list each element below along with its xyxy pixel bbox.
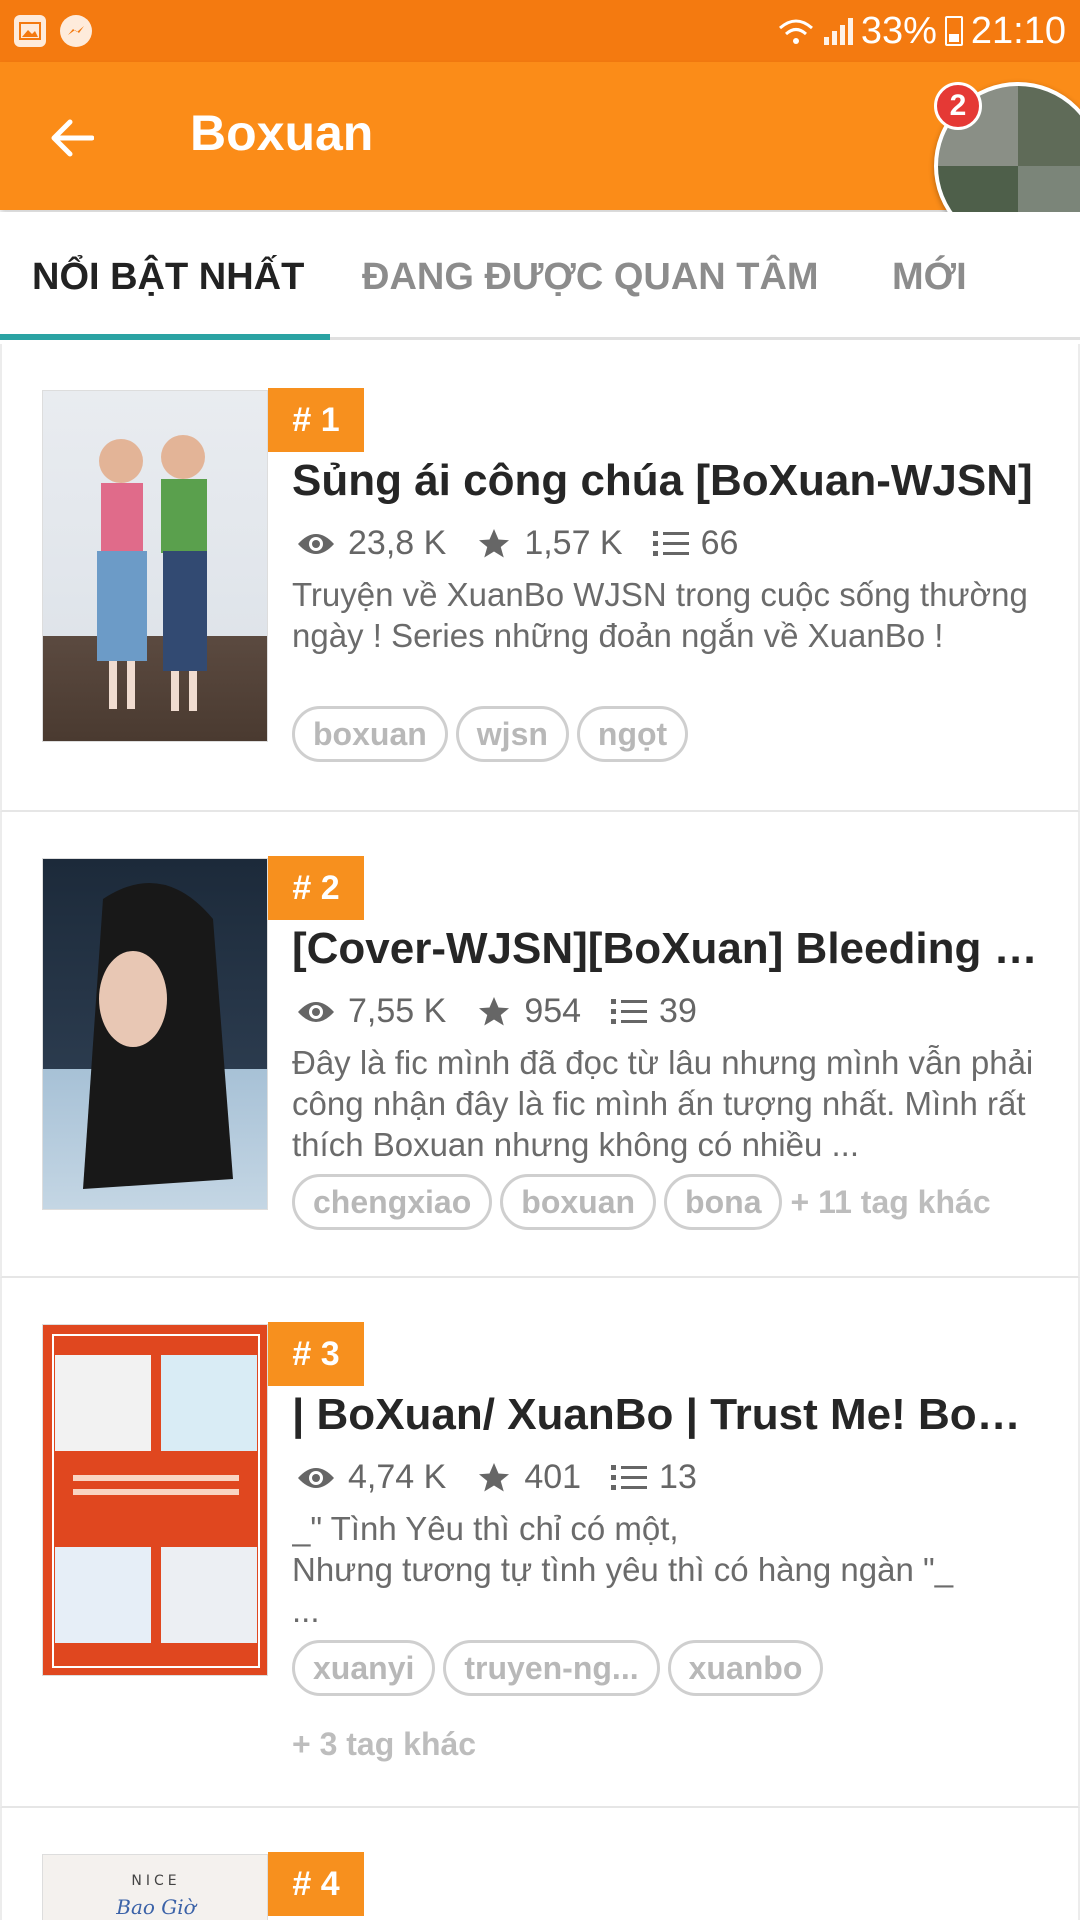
parts-stat: 39: [611, 992, 697, 1031]
votes-stat: 954: [476, 992, 581, 1031]
arrow-back-icon: [51, 119, 94, 157]
views-stat: 23,8 K: [296, 524, 446, 563]
messenger-icon: [60, 15, 92, 47]
views-stat: 4,74 K: [296, 1458, 446, 1497]
story-description: Truyện về XuanBo WJSN trong cuộc sống th…: [292, 576, 1028, 654]
story-item[interactable]: # 2 [Cover-WJSN][BoXuan] Bleeding L... 7…: [0, 812, 1080, 1278]
cover-text: Bao Giờ: [116, 1895, 196, 1919]
notification-badge: 2: [934, 82, 982, 130]
story-item[interactable]: # 3 | BoXuan/ XuanBo | Trust Me! BoX... …: [0, 1278, 1080, 1808]
list-icon: [611, 998, 648, 1024]
app-bar: Boxuan: [0, 62, 1080, 210]
story-cover[interactable]: [42, 1324, 268, 1676]
views-count: 7,55 K: [348, 992, 447, 1030]
tag-list: boxuan wjsn ngọt: [292, 706, 1052, 762]
rank-badge: # 2: [268, 856, 364, 920]
clock: 21:10: [970, 9, 1066, 52]
rank-badge: # 1: [268, 388, 364, 452]
signal-icon: [823, 17, 853, 45]
star-icon: [479, 996, 510, 1025]
list-icon: [652, 530, 689, 556]
tab-new[interactable]: MỚI: [892, 256, 967, 299]
story-cover[interactable]: [42, 390, 268, 742]
page-title: Boxuan: [190, 105, 374, 161]
story-cover[interactable]: NICE Bao Giờ: [42, 1854, 268, 1920]
eye-icon: [298, 1467, 334, 1488]
parts-stat: 66: [652, 524, 739, 563]
story-title[interactable]: Sủng ái công chúa [BoXuan-WJSN]: [292, 456, 1042, 506]
story-stats: 4,74 K 401 13: [296, 1458, 727, 1497]
story-title[interactable]: [Cover-WJSN][BoXuan] Bleeding L...: [292, 924, 1042, 974]
story-stats: 7,55 K 954 39: [296, 992, 727, 1031]
more-tags-link[interactable]: + 3 tag khác: [292, 1726, 476, 1763]
tag-chip[interactable]: ngọt: [576, 706, 689, 762]
tab-featured[interactable]: NỔI BẬT NHẤT: [32, 256, 304, 299]
status-bar: 33% 21:10: [0, 0, 1080, 62]
parts-count: 13: [659, 1458, 697, 1496]
story-item[interactable]: NICE Bao Giờ # 4: [0, 1808, 1080, 1920]
status-indicators: 33% 21:10: [776, 10, 1066, 53]
cover-text: NICE: [131, 1873, 181, 1889]
votes-stat: 1,57 K: [476, 524, 623, 563]
views-count: 23,8 K: [348, 524, 447, 562]
eye-icon: [298, 533, 334, 554]
story-item[interactable]: # 1 Sủng ái công chúa [BoXuan-WJSN] 23,8…: [0, 344, 1080, 812]
battery-icon: [944, 16, 963, 46]
list-icon: [611, 1464, 648, 1490]
votes-stat: 401: [476, 1458, 581, 1497]
story-description: Đây là fic mình đã đọc từ lâu nhưng mình…: [292, 1044, 1034, 1163]
tab-indicator: [0, 334, 330, 340]
tab-bar: NỔI BẬT NHẤT ĐANG ĐƯỢC QUAN TÂM MỚI: [0, 212, 1080, 340]
views-stat: 7,55 K: [296, 992, 446, 1031]
story-stats: 23,8 K 1,57 K 66: [296, 524, 768, 563]
tag-chip[interactable]: bona: [664, 1174, 783, 1230]
tag-chip[interactable]: xuanyi: [292, 1640, 436, 1696]
tag-list: xuanyi truyen-ng... xuanbo: [292, 1640, 1052, 1696]
star-icon: [479, 528, 510, 557]
gallery-icon: [14, 15, 46, 47]
votes-count: 1,57 K: [524, 524, 623, 562]
story-title[interactable]: | BoXuan/ XuanBo | Trust Me! BoX...: [292, 1390, 1042, 1440]
tag-chip[interactable]: boxuan: [292, 706, 448, 762]
tag-chip[interactable]: wjsn: [455, 706, 569, 762]
tag-chip[interactable]: chengxiao: [292, 1174, 493, 1230]
story-description: _" Tình Yêu thì chỉ có một, Nhưng tương …: [292, 1510, 954, 1629]
parts-stat: 13: [611, 1458, 697, 1497]
votes-count: 954: [524, 992, 582, 1030]
rank-badge: # 4: [268, 1852, 364, 1916]
votes-count: 401: [524, 1458, 582, 1496]
back-button[interactable]: [40, 106, 104, 170]
tab-trending[interactable]: ĐANG ĐƯỢC QUAN TÂM: [362, 256, 819, 299]
more-tags-link[interactable]: + 11 tag khác: [790, 1184, 990, 1221]
tag-list: chengxiao boxuan bona + 11 tag khác: [292, 1174, 1052, 1230]
battery-percent: 33%: [860, 9, 937, 52]
views-count: 4,74 K: [348, 1458, 447, 1496]
tag-chip[interactable]: xuanbo: [667, 1640, 824, 1696]
star-icon: [479, 1462, 510, 1491]
story-cover[interactable]: [42, 858, 268, 1210]
tag-chip[interactable]: truyen-ng...: [443, 1640, 660, 1696]
status-notifications: [14, 15, 92, 47]
tag-chip[interactable]: boxuan: [500, 1174, 657, 1230]
eye-icon: [298, 1001, 334, 1022]
parts-count: 39: [659, 992, 697, 1030]
story-list: # 1 Sủng ái công chúa [BoXuan-WJSN] 23,8…: [0, 344, 1080, 1920]
rank-badge: # 3: [268, 1322, 364, 1386]
wifi-icon: [778, 19, 813, 44]
parts-count: 66: [700, 524, 739, 562]
